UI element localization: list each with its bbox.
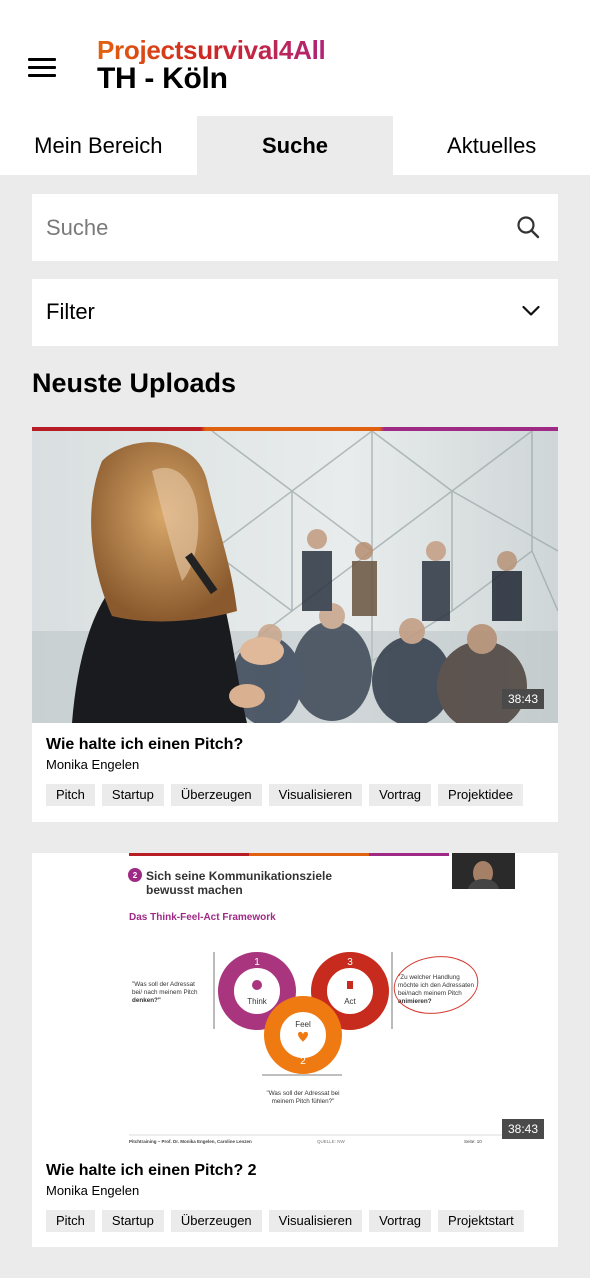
- think-label: Think: [247, 997, 268, 1006]
- tag[interactable]: Startup: [101, 1210, 164, 1232]
- act-question: animieren?: [398, 998, 432, 1005]
- slide-footer: Pitchtraining – Prof. Dr. Monika Engelen…: [129, 1139, 252, 1144]
- tag[interactable]: Überzeugen: [170, 784, 262, 806]
- video-card[interactable]: 38:43 Wie halte ich einen Pitch? Monika …: [32, 427, 558, 822]
- app-logo: Projectsurvival4All TH - Köln: [97, 35, 326, 95]
- slide-heading: bewusst machen: [146, 883, 243, 897]
- brand-title: Projectsurvival4All: [97, 35, 326, 65]
- tag[interactable]: Vortrag: [369, 1210, 432, 1232]
- search-input[interactable]: [46, 194, 496, 261]
- video-thumbnail[interactable]: 2 Sich seine Kommunikationsziele bewusst…: [32, 853, 558, 1149]
- act-label: Act: [344, 997, 356, 1006]
- video-author: Monika Engelen: [46, 757, 140, 772]
- tab-suche[interactable]: Suche: [196, 116, 394, 175]
- tag[interactable]: Überzeugen: [170, 1210, 262, 1232]
- tab-aktuelles[interactable]: Aktuelles: [393, 116, 590, 175]
- video-author: Monika Engelen: [46, 1183, 140, 1198]
- think-question: "Was soll der Adressat: [132, 981, 195, 988]
- filter-dropdown[interactable]: Filter: [32, 279, 558, 346]
- tag[interactable]: Vortrag: [369, 784, 432, 806]
- act-question: bei/nach meinem Pitch: [398, 990, 462, 997]
- feel-label: Feel: [295, 1020, 311, 1029]
- slide-heading: Sich seine Kommunikationsziele: [146, 869, 332, 883]
- feel-question: meinem Pitch fühlen?": [272, 1098, 335, 1105]
- search-box: [32, 194, 558, 261]
- think-question: denken?": [132, 997, 161, 1004]
- app-header: Projectsurvival4All TH - Köln: [0, 0, 590, 116]
- think-number: 1: [254, 957, 260, 968]
- video-title[interactable]: Wie halte ich einen Pitch? 2: [46, 1162, 257, 1180]
- search-icon[interactable]: [516, 215, 540, 239]
- tag-list: Pitch Startup Überzeugen Visualisieren Vortr…: [46, 784, 558, 806]
- tag[interactable]: Projektstart: [438, 1210, 524, 1232]
- brand-subtitle: TH - Köln: [97, 62, 228, 95]
- slide-subheading: Das Think-Feel-Act Framework: [129, 912, 276, 923]
- hamburger-menu-icon[interactable]: [28, 58, 56, 80]
- feel-question: "Was soll der Adressat bei: [266, 1090, 339, 1097]
- act-question: "Zu welcher Handlung: [398, 974, 460, 981]
- video-thumbnail[interactable]: 38:43: [32, 431, 558, 723]
- tag[interactable]: Visualisieren: [268, 784, 363, 806]
- tag[interactable]: Pitch: [46, 784, 95, 806]
- video-card[interactable]: 2 Sich seine Kommunikationsziele bewusst…: [32, 853, 558, 1247]
- tag[interactable]: Pitch: [46, 1210, 95, 1232]
- slide-preview: 2 Sich seine Kommunikationsziele bewusst…: [32, 853, 558, 1149]
- chevron-down-icon: [522, 305, 540, 316]
- tab-bar: Mein Bereich Suche Aktuelles: [0, 116, 590, 175]
- tag[interactable]: Visualisieren: [268, 1210, 363, 1232]
- act-number: 3: [347, 957, 353, 968]
- think-question: bei/ nach meinem Pitch: [132, 989, 198, 996]
- tab-mein-bereich[interactable]: Mein Bereich: [0, 116, 197, 175]
- filter-label: Filter: [46, 299, 95, 324]
- video-title[interactable]: Wie halte ich einen Pitch?: [46, 736, 243, 754]
- feel-number: 2: [300, 1056, 306, 1067]
- tag[interactable]: Startup: [101, 784, 164, 806]
- tag[interactable]: Projektidee: [438, 784, 524, 806]
- act-question: möchte ich den Adressaten: [398, 982, 474, 989]
- slide-footer: QUELLE: NW: [317, 1139, 346, 1144]
- section-title: Neuste Uploads: [32, 368, 237, 398]
- tag-list: Pitch Startup Überzeugen Visualisieren Vortr…: [46, 1210, 558, 1232]
- video-duration: 38:43: [501, 689, 544, 709]
- speaker-photo: [32, 431, 558, 723]
- slide-number: 2: [133, 871, 138, 880]
- video-duration: 38:43: [501, 1119, 544, 1139]
- slide-footer: Seite: 10: [464, 1139, 482, 1144]
